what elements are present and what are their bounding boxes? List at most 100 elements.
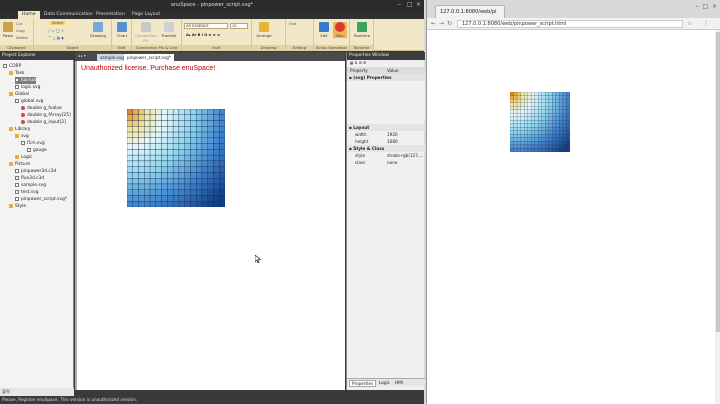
heatmap-cell	[531, 95, 535, 100]
browser-scrollbar[interactable]	[715, 30, 720, 404]
tab-presentation[interactable]: Presentation	[92, 11, 129, 19]
tree-item[interactable]: double g_input[2]	[21, 119, 66, 126]
delete-button[interactable]: Delete	[16, 36, 28, 40]
paste-button[interactable]: Paste	[2, 22, 14, 38]
copy-button[interactable]: Copy	[16, 29, 25, 33]
tab-logic[interactable]: Logic	[377, 380, 392, 385]
heatmap-cell	[196, 137, 203, 144]
menu-icon[interactable]: ⋮	[703, 20, 709, 27]
tree-item[interactable]: Picture	[9, 161, 30, 168]
heatmap-cell	[534, 130, 539, 135]
chart-button[interactable]: Chart	[115, 22, 129, 38]
project-explorer-title: Project Explorer	[0, 52, 74, 60]
runtime-button[interactable]: Runtime	[352, 22, 372, 38]
heatmap-cell	[552, 130, 556, 135]
tree-item[interactable]: double g_fArray[25]	[21, 112, 71, 119]
tab-home[interactable]: Home	[18, 11, 40, 19]
minimize-icon[interactable]: –	[398, 1, 401, 8]
reload-icon[interactable]: ↻	[447, 20, 452, 27]
doc-tab-sample[interactable]: sample.svg	[97, 54, 127, 61]
heatmap-cell	[138, 120, 145, 127]
heatmap-cell	[545, 120, 549, 124]
bookmark-star-icon[interactable]: ☆	[687, 20, 692, 27]
connection-pin-button[interactable]: Connection Pin	[135, 22, 157, 43]
font-name-select[interactable]: AR ESSENCE	[184, 23, 228, 29]
select-button[interactable]: Select	[50, 21, 66, 25]
heatmap-cell	[207, 178, 214, 185]
heatmap-cell	[167, 114, 174, 121]
property-row-width[interactable]: width 1920	[347, 131, 425, 138]
tab-data-communication[interactable]: Data Communication	[40, 11, 97, 19]
shape-tools-2[interactable]: ⌒ △ ▦ ◆	[48, 36, 64, 41]
drawing-button[interactable]: Drawing	[89, 22, 107, 38]
chart-icon	[117, 22, 127, 32]
tab-scroll-icon[interactable]: ◂ ▸ ▾	[78, 54, 86, 58]
heatmap-cell	[524, 106, 528, 110]
property-row-style[interactable]: style stroke-rgb(127,...	[347, 152, 425, 159]
tree-item[interactable]: pinpower_script.svg*	[15, 196, 67, 203]
find-button[interactable]: Find	[289, 22, 296, 26]
pinpower-heatmap[interactable]	[127, 109, 225, 207]
close-icon[interactable]: ×	[416, 1, 421, 8]
tree-item[interactable]: svg	[15, 133, 29, 140]
tree-item[interactable]: pinpower3d.c3d	[15, 168, 56, 175]
tree-item[interactable]: CORP	[3, 63, 21, 70]
browser-tab[interactable]: 127.0.0.1:8080/web/pi	[435, 5, 505, 18]
section-svg-properties[interactable]: ▪ (svg) Properties	[347, 74, 425, 81]
font-style-buttons[interactable]: A▴ A▾ B I U ≡ ≡ ≡	[186, 33, 220, 37]
heatmap-cell	[207, 189, 214, 196]
heatmap-cell	[172, 137, 180, 144]
tree-item[interactable]: gauge	[27, 147, 47, 154]
heatmap-cell	[566, 148, 570, 152]
heatmap-cell	[552, 137, 556, 142]
heatmap-cell	[510, 109, 514, 114]
url-input[interactable]: 127.0.0.1:8080/web/pinpower_script.html	[457, 20, 683, 28]
forward-icon[interactable]: →	[439, 20, 444, 27]
tab-hmi[interactable]: HMI	[393, 380, 405, 385]
transfer-button[interactable]: Transfer	[160, 22, 178, 38]
heatmap-cell	[149, 172, 156, 179]
shape-tools[interactable]: ╱ ▭ ◯ ✎	[48, 29, 64, 33]
properties-toolbar[interactable]: ▦ ⇅ ⚙ ☰	[347, 61, 425, 66]
heatmap-cell	[531, 102, 535, 107]
doc-tab-pinpower[interactable]: pinpower_script.svg*	[124, 54, 174, 61]
heatmap-cell	[190, 137, 197, 144]
tree-item[interactable]: logic.svg	[15, 84, 40, 91]
heatmap-cell	[520, 120, 525, 124]
heatmap-cell	[534, 141, 539, 146]
group-label: Editing	[286, 45, 313, 51]
maximize-icon[interactable]: □	[407, 1, 413, 8]
tree-item[interactable]: f1m.svg	[21, 140, 45, 147]
tree-item[interactable]: sample.svg	[15, 182, 46, 189]
property-row-height[interactable]: height 1080	[347, 138, 425, 145]
tree-item[interactable]: Task	[9, 70, 24, 77]
property-row-class[interactable]: class none	[347, 159, 425, 166]
section-style-class[interactable]: ▪ Style & Class	[347, 145, 425, 152]
tree-item[interactable]: Global	[9, 91, 29, 98]
tree-item[interactable]: Library	[9, 126, 30, 133]
svg-document[interactable]: Unauthorized license. Purchase enuSpace!	[77, 61, 345, 390]
tree-item[interactable]: global.svg	[15, 98, 43, 105]
heatmap-cell	[555, 134, 560, 138]
tree-item[interactable]: Style	[9, 203, 26, 210]
file-icon	[15, 98, 19, 103]
tab-properties[interactable]: Properties	[349, 380, 377, 387]
font-size-select[interactable]: 10	[230, 23, 248, 29]
section-layout[interactable]: ▪ Layout	[347, 124, 425, 131]
run-button[interactable]: Run	[333, 22, 347, 38]
tree-item[interactable]: test.svg	[15, 189, 39, 196]
output-tab[interactable]: 출력	[2, 389, 10, 395]
arrange-button[interactable]: Arrange	[255, 22, 273, 38]
tab-page-layout[interactable]: Page Layout	[128, 11, 164, 19]
tree-item[interactable]: double g_fvalue	[21, 105, 62, 112]
tree-item[interactable]: Logic	[15, 154, 32, 161]
tree-item[interactable]: flux3d.c3d	[15, 175, 44, 182]
cut-button[interactable]: Cut	[16, 22, 22, 26]
back-icon[interactable]: ←	[431, 20, 436, 27]
ribbon: Paste Cut Copy Delete Clipboard Select ╱…	[0, 19, 424, 56]
scroll-thumb[interactable]	[716, 32, 720, 332]
heatmap-cell	[524, 127, 528, 131]
tree-item[interactable]: lua.lua	[15, 77, 36, 84]
window-controls[interactable]: – □ ×	[696, 3, 717, 10]
edit-button[interactable]: Edit	[317, 22, 331, 38]
